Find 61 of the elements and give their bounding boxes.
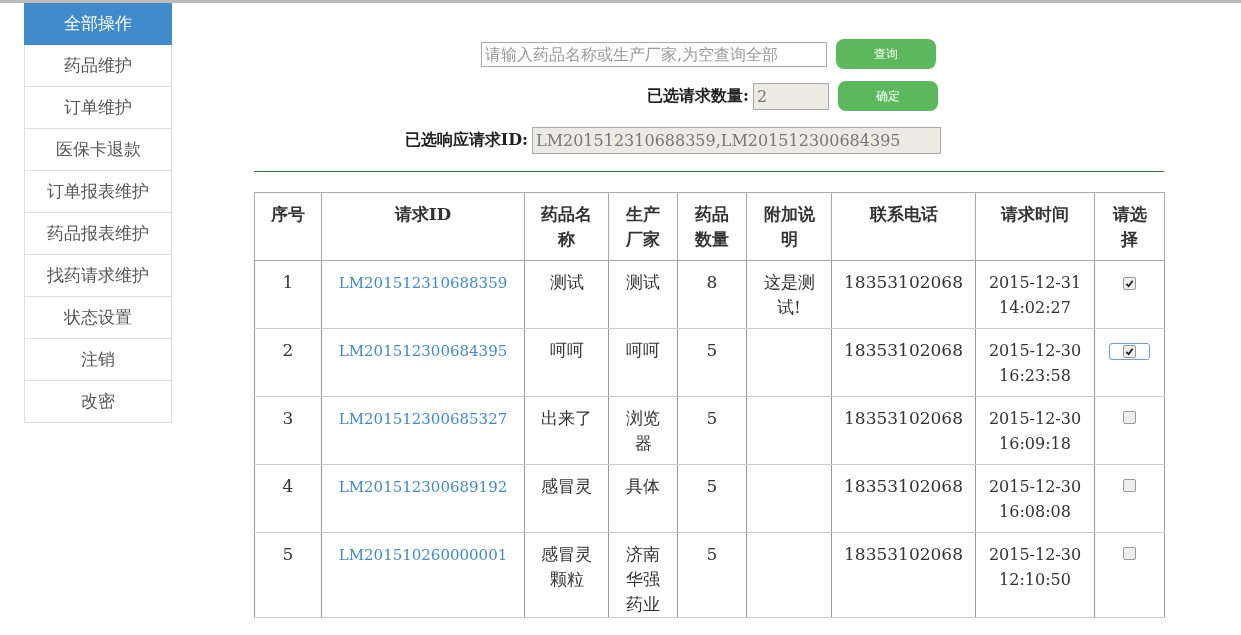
column-header: 药品数量 xyxy=(695,204,729,249)
request-id-link[interactable]: LM201510260000001 xyxy=(338,546,508,564)
sidebar-item[interactable]: 状态设置 xyxy=(24,297,172,339)
selected-ids-field[interactable]: LM201512310688359,LM201512300684395 xyxy=(532,127,941,154)
table-cell: 呵呵 xyxy=(626,340,660,360)
table-cell: 18353102068 xyxy=(844,408,963,428)
selected-ids-label: 已选响应请求ID: xyxy=(404,130,528,151)
table-cell: 出来了 xyxy=(541,408,592,428)
table-cell: 测试 xyxy=(549,272,584,292)
table-cell: 呵呵 xyxy=(549,340,584,360)
table-cell: 2015-12-30 16:23:58 xyxy=(988,341,1082,385)
column-header: 序号 xyxy=(271,204,305,224)
table-cell: 2015-12-30 12:10:50 xyxy=(988,545,1082,589)
table-cell: 8 xyxy=(706,272,718,292)
column-header: 请选择 xyxy=(1112,204,1147,249)
table-cell: 浏览器 xyxy=(626,408,660,453)
table-cell: 2 xyxy=(282,340,294,360)
table-cell: 测试 xyxy=(626,272,660,292)
column-header: 生产厂家 xyxy=(626,204,660,249)
sidebar-item[interactable]: 订单维护 xyxy=(24,87,172,129)
table-cell: 5 xyxy=(706,408,718,428)
sidebar-item[interactable]: 找药请求维护 xyxy=(24,255,172,297)
table-cell: 具体 xyxy=(626,476,660,496)
selected-count-field[interactable]: 2 xyxy=(753,82,829,110)
sidebar-item[interactable]: 药品报表维护 xyxy=(24,213,172,255)
sidebar-item[interactable]: 医保卡退款 xyxy=(24,129,172,171)
sidebar-item[interactable]: 订单报表维护 xyxy=(24,171,172,213)
sidebar-item[interactable]: 改密 xyxy=(24,381,172,423)
column-header: 联系电话 xyxy=(869,204,938,224)
table-cell: 5 xyxy=(282,544,294,564)
column-header: 请求时间 xyxy=(1001,204,1069,224)
selected-count-label: 已选请求数量: xyxy=(647,85,749,107)
table-cell: 这是测试! xyxy=(763,272,815,317)
table-cell: 18353102068 xyxy=(844,272,963,292)
sidebar-item[interactable]: 药品维护 xyxy=(24,45,172,87)
table-cell: 感冒灵 xyxy=(541,476,592,496)
table-cell: 2015-12-30 16:08:08 xyxy=(988,477,1082,521)
table-cell: 感冒灵颗粒 xyxy=(541,544,592,589)
table-cell: 5 xyxy=(706,544,718,564)
table-cell: 2015-12-30 16:09:18 xyxy=(988,409,1082,453)
table-cell: 18353102068 xyxy=(844,340,963,360)
table-cell: 5 xyxy=(706,340,718,360)
table-cell: 1 xyxy=(282,272,294,292)
check-icon xyxy=(1125,347,1134,356)
sidebar-item[interactable]: 全部操作 xyxy=(24,3,172,45)
table-cell: 5 xyxy=(706,476,718,496)
table-cell: 18353102068 xyxy=(844,544,963,564)
table-cell: 济南华强药业 xyxy=(626,544,660,614)
table-cell: 4 xyxy=(282,476,294,496)
column-header: 附加说明 xyxy=(763,204,815,249)
table-cell: 18353102068 xyxy=(844,476,963,496)
search-button[interactable]: 查询 xyxy=(836,39,936,69)
confirm-button[interactable]: 确定 xyxy=(838,81,938,111)
column-header: 请求ID xyxy=(394,204,452,224)
table-cell: 3 xyxy=(282,408,294,428)
table-cell: 2015-12-31 14:02:27 xyxy=(988,273,1082,317)
row-checkbox[interactable] xyxy=(1109,343,1150,360)
column-header: 药品名称 xyxy=(541,204,592,249)
search-field[interactable]: 请输入药品名称或生产厂家,为空查询全部 xyxy=(481,41,827,67)
check-icon xyxy=(1125,279,1134,288)
sidebar-item[interactable]: 注销 xyxy=(24,339,172,381)
